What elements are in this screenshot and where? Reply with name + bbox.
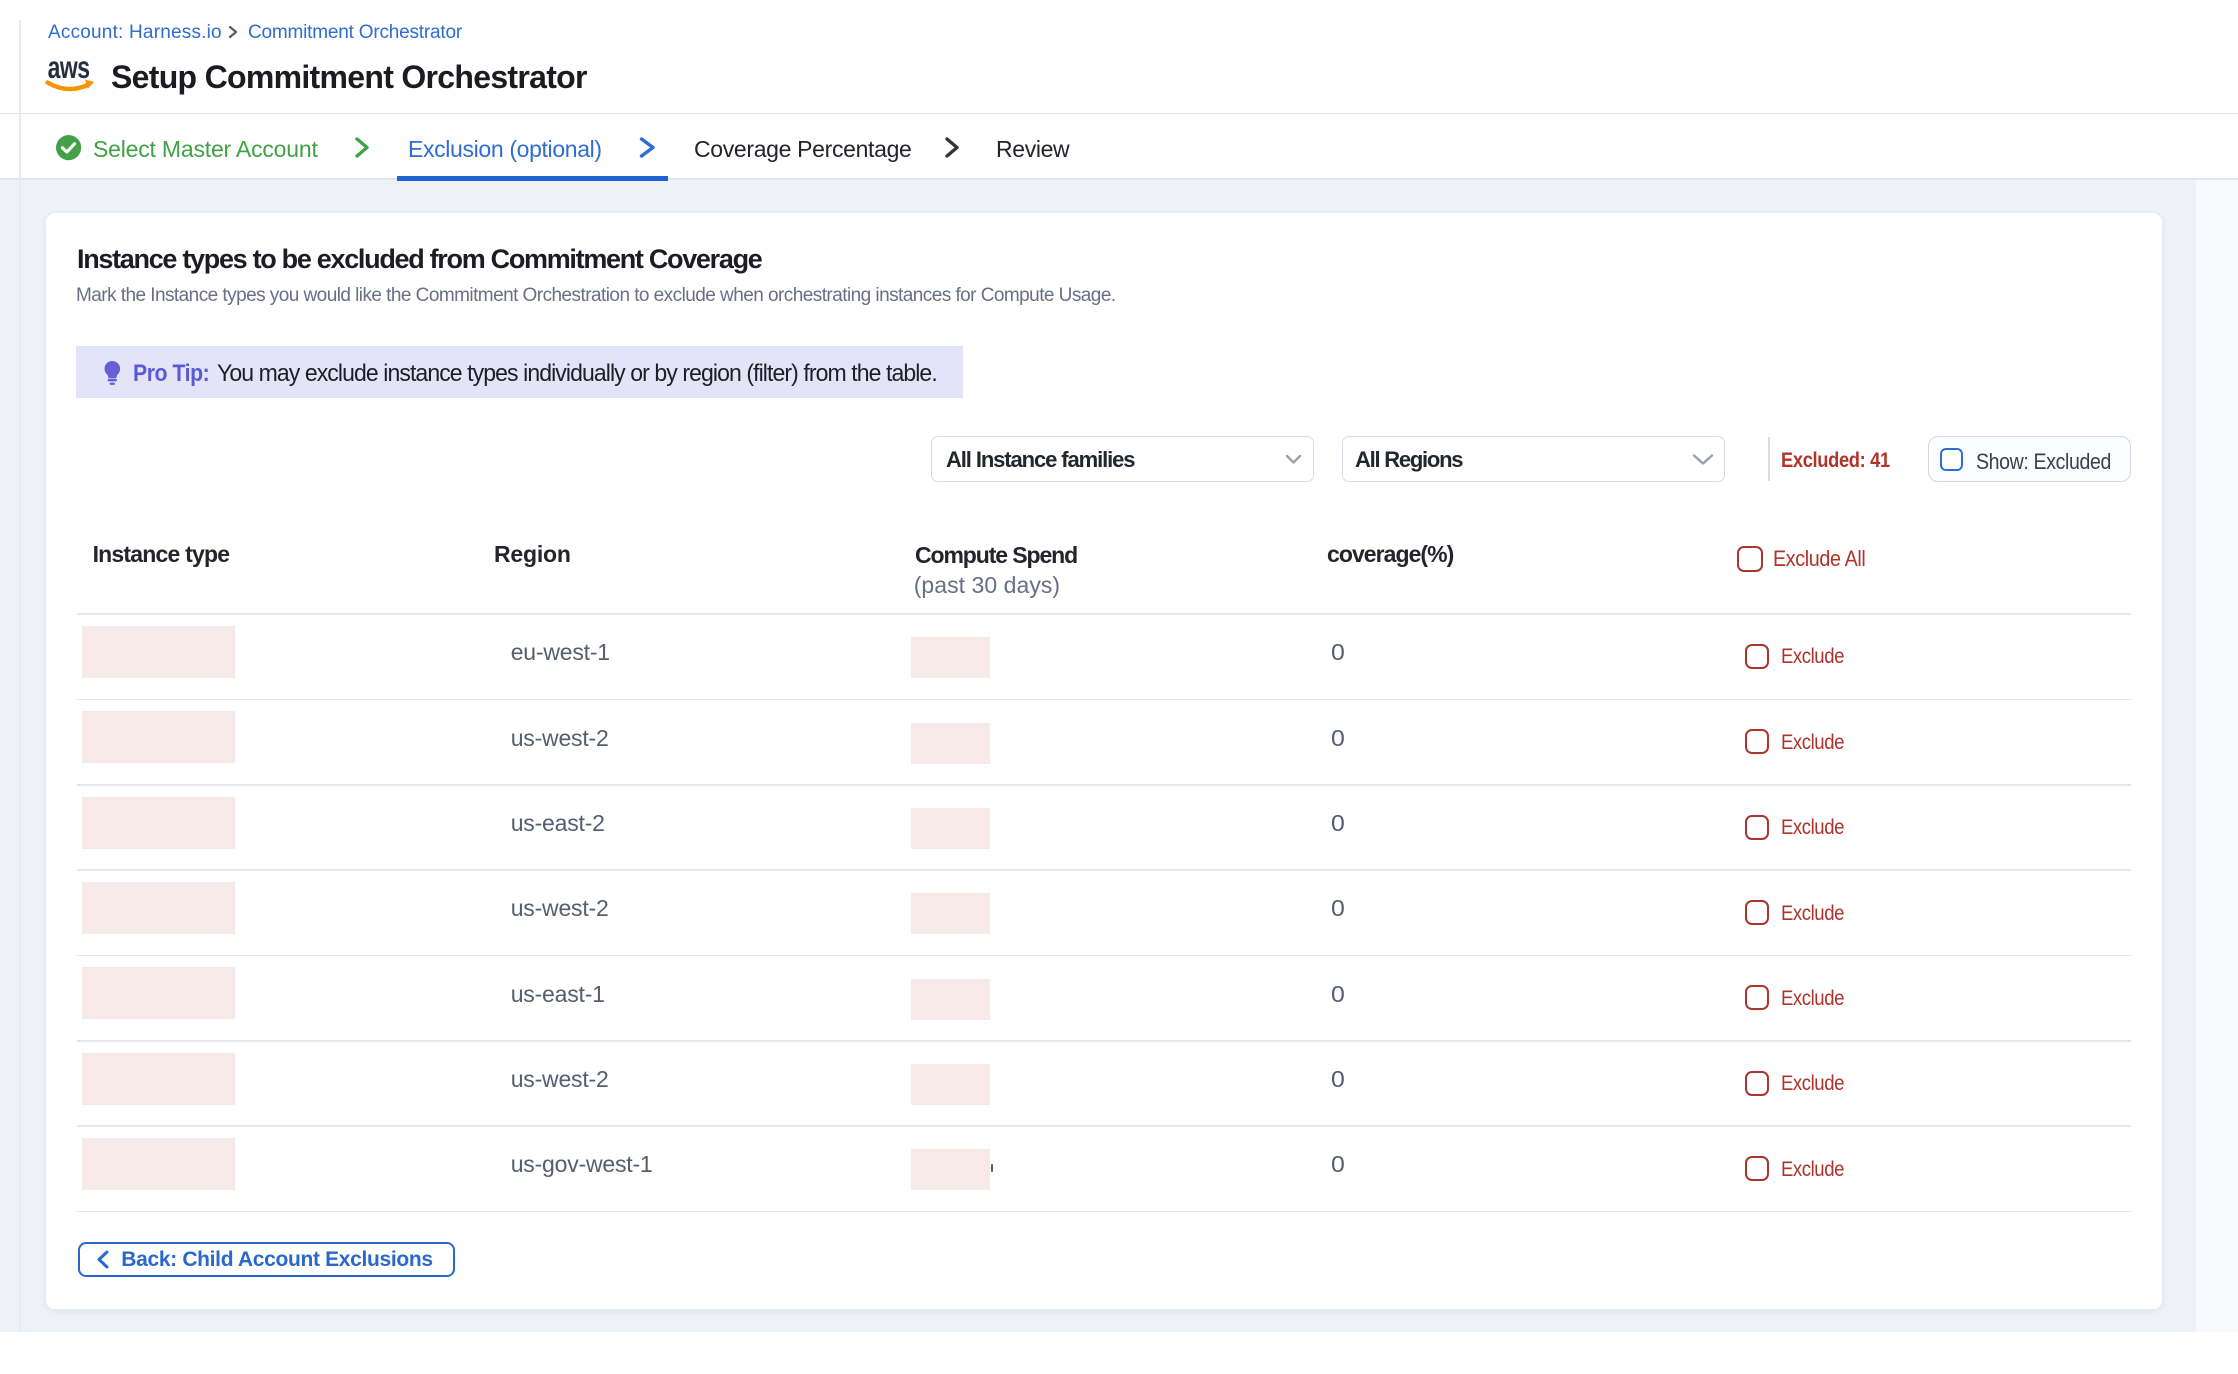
svg-text:aws: aws [48,56,90,85]
